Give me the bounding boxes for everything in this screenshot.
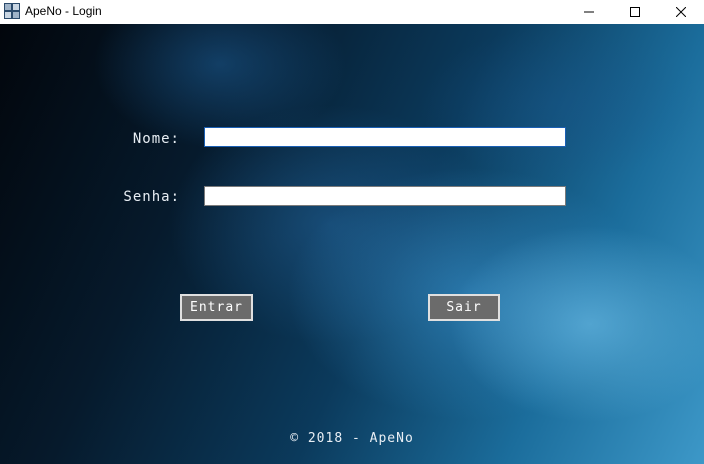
minimize-button[interactable]: [566, 0, 612, 24]
login-window: ApeNo - Login Nome: Senha: Entrar Sair ©…: [0, 0, 704, 464]
close-button[interactable]: [658, 0, 704, 24]
app-icon: [4, 3, 20, 19]
entrar-button[interactable]: Entrar: [180, 294, 253, 321]
close-icon: [676, 7, 686, 17]
copyright-footer: © 2018 - ApeNo: [290, 431, 414, 446]
minimize-icon: [584, 11, 594, 13]
senha-input[interactable]: [204, 186, 566, 206]
login-panel: Nome: Senha: Entrar Sair © 2018 - ApeNo: [0, 24, 704, 464]
nome-input[interactable]: [204, 127, 566, 147]
maximize-button[interactable]: [612, 0, 658, 24]
sair-button[interactable]: Sair: [428, 294, 500, 321]
nome-label: Nome:: [132, 131, 180, 147]
window-title: ApeNo - Login: [25, 4, 102, 18]
senha-label: Senha:: [123, 189, 180, 205]
maximize-icon: [630, 7, 640, 17]
title-bar[interactable]: ApeNo - Login: [0, 0, 704, 24]
